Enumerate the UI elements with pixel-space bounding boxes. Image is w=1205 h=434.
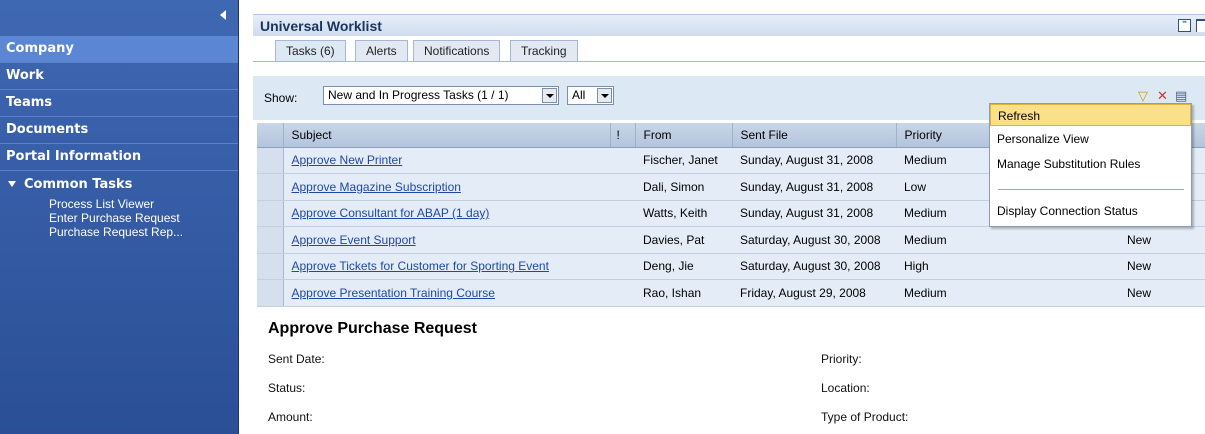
detail-title: Approve Purchase Request bbox=[268, 320, 477, 337]
panel-title-bar: Universal Worklist ≡ bbox=[253, 14, 1205, 36]
scope-value: All bbox=[572, 88, 586, 102]
link-process-list-viewer[interactable]: Process List Viewer bbox=[6, 197, 238, 211]
row-selector[interactable] bbox=[257, 226, 284, 254]
sidebar-item-teams[interactable]: Teams bbox=[0, 90, 238, 117]
sidebar-item-portal-information[interactable]: Portal Information bbox=[0, 144, 238, 171]
column-header-sent[interactable]: Sent File bbox=[732, 123, 897, 148]
sent-cell: Sunday, August 31, 2008 bbox=[732, 200, 896, 227]
menu-separator bbox=[998, 189, 1184, 190]
column-header-importance[interactable]: ! bbox=[610, 123, 636, 148]
row-selector[interactable] bbox=[257, 147, 284, 174]
row-selector[interactable] bbox=[257, 200, 284, 227]
from-cell: Dali, Simon bbox=[635, 173, 732, 201]
table-row[interactable]: Approve Presentation Training Course Rao… bbox=[257, 279, 1205, 307]
label-status: Status: bbox=[268, 381, 306, 395]
task-link[interactable]: Approve Tickets for Customer for Sportin… bbox=[292, 259, 549, 273]
from-cell: Davies, Pat bbox=[635, 226, 732, 254]
dropdown-arrow-icon[interactable] bbox=[597, 88, 612, 103]
label-sent-date: Sent Date: bbox=[268, 352, 325, 366]
column-header-from[interactable]: From bbox=[635, 123, 733, 148]
column-header-priority[interactable]: Priority bbox=[896, 123, 997, 148]
menu-item-display-connection-status[interactable]: Display Connection Status bbox=[990, 200, 1191, 222]
show-label: Show: bbox=[264, 91, 298, 105]
sent-cell: Friday, August 29, 2008 bbox=[732, 279, 896, 307]
filter-icon[interactable]: ▽ bbox=[1138, 89, 1148, 102]
link-enter-purchase-request[interactable]: Enter Purchase Request bbox=[6, 211, 238, 225]
tab-notifications[interactable]: Notifications bbox=[413, 40, 501, 61]
priority-cell: High bbox=[896, 253, 996, 280]
status-cell: New bbox=[996, 279, 1205, 307]
context-menu: Refresh Personalize View Manage Substitu… bbox=[989, 103, 1192, 227]
sidebar-collapse-button[interactable] bbox=[0, 0, 238, 36]
priority-cell: Medium bbox=[896, 279, 996, 307]
from-cell: Deng, Jie bbox=[635, 253, 732, 280]
tab-strip: Tasks (6) Alerts Notifications Tracking bbox=[253, 36, 1205, 62]
priority-cell: Medium bbox=[896, 200, 996, 227]
priority-cell: Medium bbox=[896, 147, 996, 174]
common-tasks-section: Common Tasks Process List Viewer Enter P… bbox=[0, 171, 238, 239]
triangle-down-icon bbox=[8, 181, 16, 187]
sent-cell: Sunday, August 31, 2008 bbox=[732, 173, 896, 201]
label-location: Location: bbox=[821, 381, 870, 395]
task-filter-select[interactable]: New and In Progress Tasks (1 / 1) bbox=[323, 86, 559, 105]
column-header-subject[interactable]: Subject bbox=[283, 123, 611, 148]
link-purchase-request-report[interactable]: Purchase Request Rep... bbox=[6, 225, 238, 239]
label-priority: Priority: bbox=[821, 352, 862, 366]
table-row[interactable]: Approve Tickets for Customer for Sportin… bbox=[257, 253, 1205, 280]
dropdown-arrow-icon[interactable] bbox=[542, 88, 557, 103]
sent-cell: Sunday, August 31, 2008 bbox=[732, 147, 896, 174]
status-cell: New bbox=[996, 226, 1205, 254]
priority-cell: Medium bbox=[896, 226, 996, 254]
row-selector[interactable] bbox=[257, 279, 284, 307]
options-menu-icon[interactable]: ≡ bbox=[1178, 18, 1191, 32]
priority-cell: Low bbox=[896, 173, 996, 201]
common-tasks-header[interactable]: Common Tasks bbox=[6, 177, 238, 197]
settings-icon[interactable]: ▤ bbox=[1175, 89, 1187, 102]
task-link[interactable]: Approve New Printer bbox=[292, 153, 403, 167]
from-cell: Rao, Ishan bbox=[635, 279, 732, 307]
task-link[interactable]: Approve Magazine Subscription bbox=[292, 180, 461, 194]
from-cell: Fischer, Janet bbox=[635, 147, 732, 174]
tab-alerts[interactable]: Alerts bbox=[355, 40, 408, 61]
menu-item-manage-substitution-rules[interactable]: Manage Substitution Rules bbox=[990, 153, 1191, 175]
sent-cell: Saturday, August 30, 2008 bbox=[732, 226, 896, 254]
from-cell: Watts, Keith bbox=[635, 200, 732, 227]
tab-tasks[interactable]: Tasks (6) bbox=[275, 40, 346, 61]
chevron-left-icon bbox=[220, 10, 226, 20]
common-tasks-heading: Common Tasks bbox=[24, 177, 133, 192]
clear-filter-icon[interactable]: ✕ bbox=[1157, 89, 1168, 102]
scope-select[interactable]: All bbox=[567, 86, 614, 105]
table-row[interactable]: Approve Event Support Davies, Pat Saturd… bbox=[257, 226, 1205, 254]
page-title: Universal Worklist bbox=[260, 18, 382, 34]
label-type-of-product: Type of Product: bbox=[821, 410, 909, 424]
status-cell: New bbox=[996, 253, 1205, 280]
sidebar-item-company[interactable]: Company bbox=[0, 36, 238, 63]
sidebar: Company Work Teams Documents Portal Info… bbox=[0, 0, 239, 434]
row-selector[interactable] bbox=[257, 173, 284, 201]
task-filter-value: New and In Progress Tasks (1 / 1) bbox=[328, 88, 509, 102]
menu-item-personalize-view[interactable]: Personalize View bbox=[990, 128, 1191, 150]
maximize-icon[interactable] bbox=[1196, 19, 1205, 32]
sent-cell: Saturday, August 30, 2008 bbox=[732, 253, 896, 280]
sidebar-item-documents[interactable]: Documents bbox=[0, 117, 238, 144]
menu-item-refresh[interactable]: Refresh bbox=[990, 104, 1191, 126]
task-link[interactable]: Approve Consultant for ABAP (1 day) bbox=[292, 206, 490, 220]
sidebar-item-work[interactable]: Work bbox=[0, 63, 238, 90]
task-link[interactable]: Approve Event Support bbox=[292, 233, 416, 247]
select-column-header bbox=[257, 123, 284, 148]
task-link[interactable]: Approve Presentation Training Course bbox=[292, 286, 495, 300]
tab-tracking[interactable]: Tracking bbox=[510, 40, 578, 61]
row-selector[interactable] bbox=[257, 253, 284, 280]
label-amount: Amount: bbox=[268, 410, 313, 424]
